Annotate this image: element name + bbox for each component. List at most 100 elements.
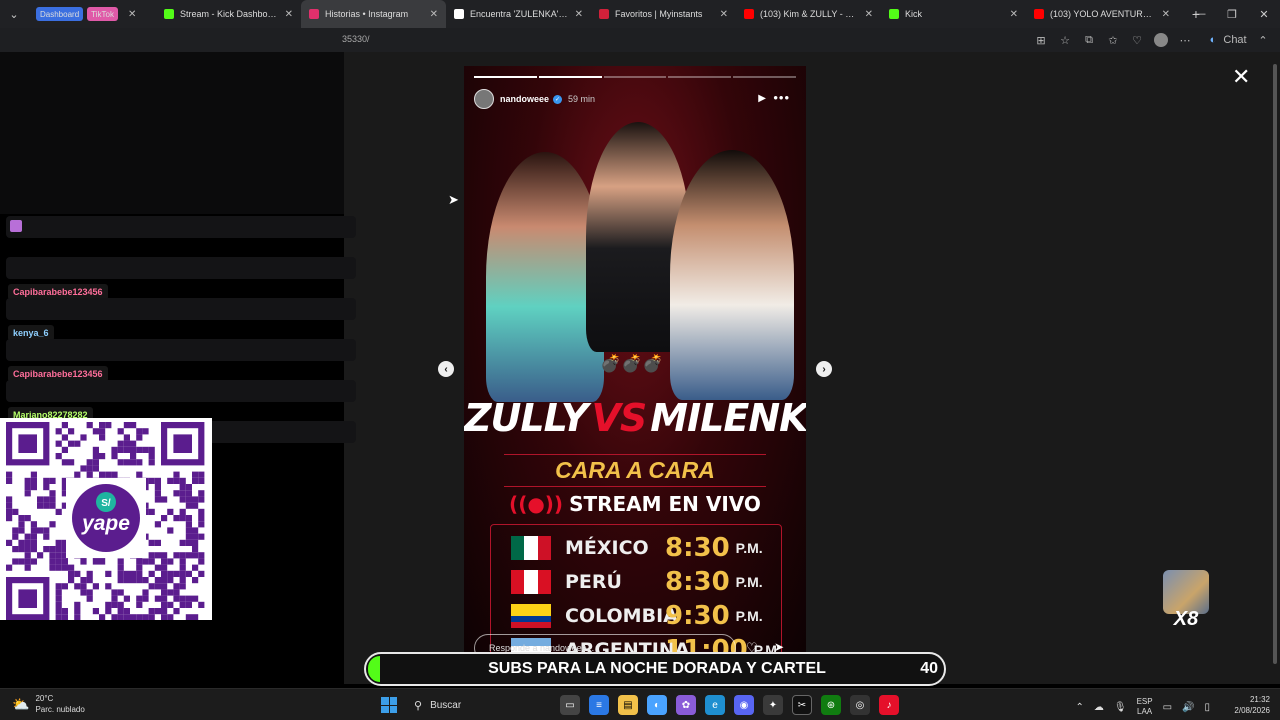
split-screen-icon[interactable]: ⊞ bbox=[1032, 31, 1050, 49]
taskbar-search[interactable]: ⚲ Buscar bbox=[406, 693, 554, 717]
tab-4[interactable]: Favoritos | Myinstants ✕ bbox=[591, 0, 736, 28]
tab-1[interactable]: Stream - Kick Dashboard ✕ bbox=[156, 0, 301, 28]
obs-icon[interactable]: ◎ bbox=[850, 695, 870, 715]
tab-close-icon[interactable]: ✕ bbox=[285, 9, 293, 20]
qr-module bbox=[136, 614, 143, 620]
discord-icon[interactable]: ◉ bbox=[734, 695, 754, 715]
qr-module bbox=[198, 496, 205, 503]
qr-module bbox=[49, 564, 56, 571]
story-subtitle: CARA A CARA bbox=[504, 454, 766, 487]
page-scrollbar[interactable] bbox=[1270, 52, 1280, 684]
tiktok-studio-icon[interactable]: ♪ bbox=[879, 695, 899, 715]
extensions-icon[interactable]: ⧉ bbox=[1080, 31, 1098, 49]
tab-3[interactable]: Encuentra 'ZULENKA' en TikTok ✕ bbox=[446, 0, 591, 28]
qr-module bbox=[37, 527, 44, 534]
scrollbar-thumb[interactable] bbox=[1273, 64, 1277, 664]
qr-module bbox=[99, 428, 106, 435]
qr-module bbox=[136, 564, 143, 571]
qr-module bbox=[6, 496, 13, 503]
qr-module bbox=[92, 558, 99, 565]
tab-close-icon[interactable]: ✕ bbox=[720, 9, 728, 20]
qr-module bbox=[136, 471, 143, 478]
tray-chevron-icon[interactable]: ⌃ bbox=[1075, 702, 1083, 713]
instagram-story-card[interactable]: nandoweee ✓ 59 min ▶ ••• 💣💣💣 ZULLY VS MILE… bbox=[464, 66, 806, 656]
story-next-button[interactable]: › bbox=[816, 361, 832, 377]
more-options-icon[interactable]: ⋯ bbox=[1176, 31, 1194, 49]
battery-icon[interactable]: ▯ bbox=[1204, 702, 1210, 713]
qr-module bbox=[192, 552, 199, 559]
qr-module bbox=[111, 614, 118, 620]
qr-module bbox=[80, 434, 87, 441]
favorite-star-icon[interactable]: ☆ bbox=[1056, 31, 1074, 49]
qr-module bbox=[117, 601, 124, 608]
qr-module bbox=[99, 614, 106, 620]
onedrive-icon[interactable]: ☁ bbox=[1094, 702, 1104, 713]
tab-label: Kick bbox=[905, 9, 923, 19]
qr-module bbox=[117, 564, 124, 571]
sidebar-toggle-icon[interactable]: ⌃ bbox=[1254, 31, 1272, 49]
close-window-icon[interactable]: ✕ bbox=[1248, 0, 1280, 28]
qr-module bbox=[86, 471, 93, 478]
collections-icon[interactable]: ✩ bbox=[1104, 31, 1122, 49]
play-icon[interactable]: ▶ bbox=[758, 93, 766, 104]
tab-2[interactable]: Historias • Instagram ✕ bbox=[301, 0, 446, 28]
qr-module bbox=[12, 533, 19, 540]
language-indicator[interactable]: ESP LAA bbox=[1137, 697, 1153, 717]
tab-6[interactable]: Kick ✕ bbox=[881, 0, 1026, 28]
qr-module bbox=[185, 601, 192, 608]
qr-module bbox=[136, 434, 143, 441]
qr-module bbox=[123, 440, 130, 447]
story-prev-button[interactable]: ‹ bbox=[438, 361, 454, 377]
story-avatar[interactable] bbox=[474, 89, 494, 109]
network-icon[interactable]: ▭ bbox=[1163, 702, 1172, 713]
lang-top: ESP bbox=[1136, 697, 1153, 706]
qr-module bbox=[61, 459, 68, 466]
tab-close-icon[interactable]: ✕ bbox=[865, 9, 873, 20]
qr-module bbox=[154, 521, 161, 528]
taskbar-clock[interactable]: 21:32 2/08/2026 bbox=[1234, 694, 1270, 716]
tab-group-chip[interactable]: TikTok bbox=[87, 7, 118, 21]
file-explorer-icon[interactable]: ▤ bbox=[618, 695, 638, 715]
tab-close-icon[interactable]: ✕ bbox=[128, 9, 136, 20]
qr-module bbox=[192, 539, 199, 546]
qr-module bbox=[24, 539, 31, 546]
tab-favicon-icon bbox=[454, 9, 464, 19]
tab-close-icon[interactable]: ✕ bbox=[575, 9, 583, 20]
restore-icon[interactable]: ❐ bbox=[1216, 0, 1248, 28]
tab-close-icon[interactable]: ✕ bbox=[430, 9, 438, 20]
tab-7[interactable]: (103) YOLO AVENTURAS - You ✕ bbox=[1026, 0, 1178, 28]
qr-module bbox=[185, 539, 192, 546]
xbox-icon[interactable]: ⊛ bbox=[821, 695, 841, 715]
schedule-row: MÉXICO 8:30 P.M. bbox=[511, 533, 771, 563]
edge-icon[interactable]: e bbox=[705, 695, 725, 715]
more-options-icon[interactable]: ••• bbox=[773, 90, 790, 105]
qr-module bbox=[111, 471, 118, 478]
tab-group-chip[interactable]: Dashboard bbox=[36, 7, 84, 21]
story-username[interactable]: nandoweee bbox=[500, 94, 549, 104]
profile-avatar[interactable] bbox=[1152, 31, 1170, 49]
start-button-icon[interactable] bbox=[381, 697, 397, 713]
tab-5[interactable]: (103) Kim & ZULLY - MÁ ✕ bbox=[736, 0, 881, 28]
notepad-icon[interactable]: ≡ bbox=[589, 695, 609, 715]
minimize-icon[interactable]: — bbox=[1184, 0, 1216, 28]
heart-pulse-icon[interactable]: ♡ bbox=[1128, 31, 1146, 49]
tab-close-icon[interactable]: ✕ bbox=[1162, 9, 1170, 20]
clock-date: 2/08/2026 bbox=[1234, 706, 1270, 715]
close-story-icon[interactable]: ✕ bbox=[1232, 64, 1250, 90]
chat-button[interactable]: ◐ Chat bbox=[1200, 31, 1248, 49]
task-view-icon[interactable]: ▭ bbox=[560, 695, 580, 715]
app-icon[interactable]: ✦ bbox=[763, 695, 783, 715]
capcut-icon[interactable]: ✂ bbox=[792, 695, 812, 715]
schedule-row: COLOMBIA 9:30 P.M. bbox=[511, 601, 771, 631]
volume-icon[interactable]: 🔊 bbox=[1182, 702, 1194, 713]
weather-widget[interactable]: ⛅ 20°C Parc. nublado bbox=[12, 693, 85, 715]
tab-search-chevron-icon[interactable]: ⌄ bbox=[0, 0, 28, 28]
qr-module bbox=[161, 589, 168, 596]
tab-close-icon[interactable]: ✕ bbox=[1010, 9, 1018, 20]
copilot-taskbar-icon[interactable]: ◐ bbox=[647, 695, 667, 715]
qr-module bbox=[111, 446, 118, 453]
microphone-icon[interactable]: 🎙 bbox=[1114, 702, 1127, 713]
photos-icon[interactable]: ✿ bbox=[676, 695, 696, 715]
tab-0[interactable]: Dashboard TikTok ✕ bbox=[28, 0, 156, 28]
url-text[interactable]: 35330/ bbox=[342, 34, 370, 44]
